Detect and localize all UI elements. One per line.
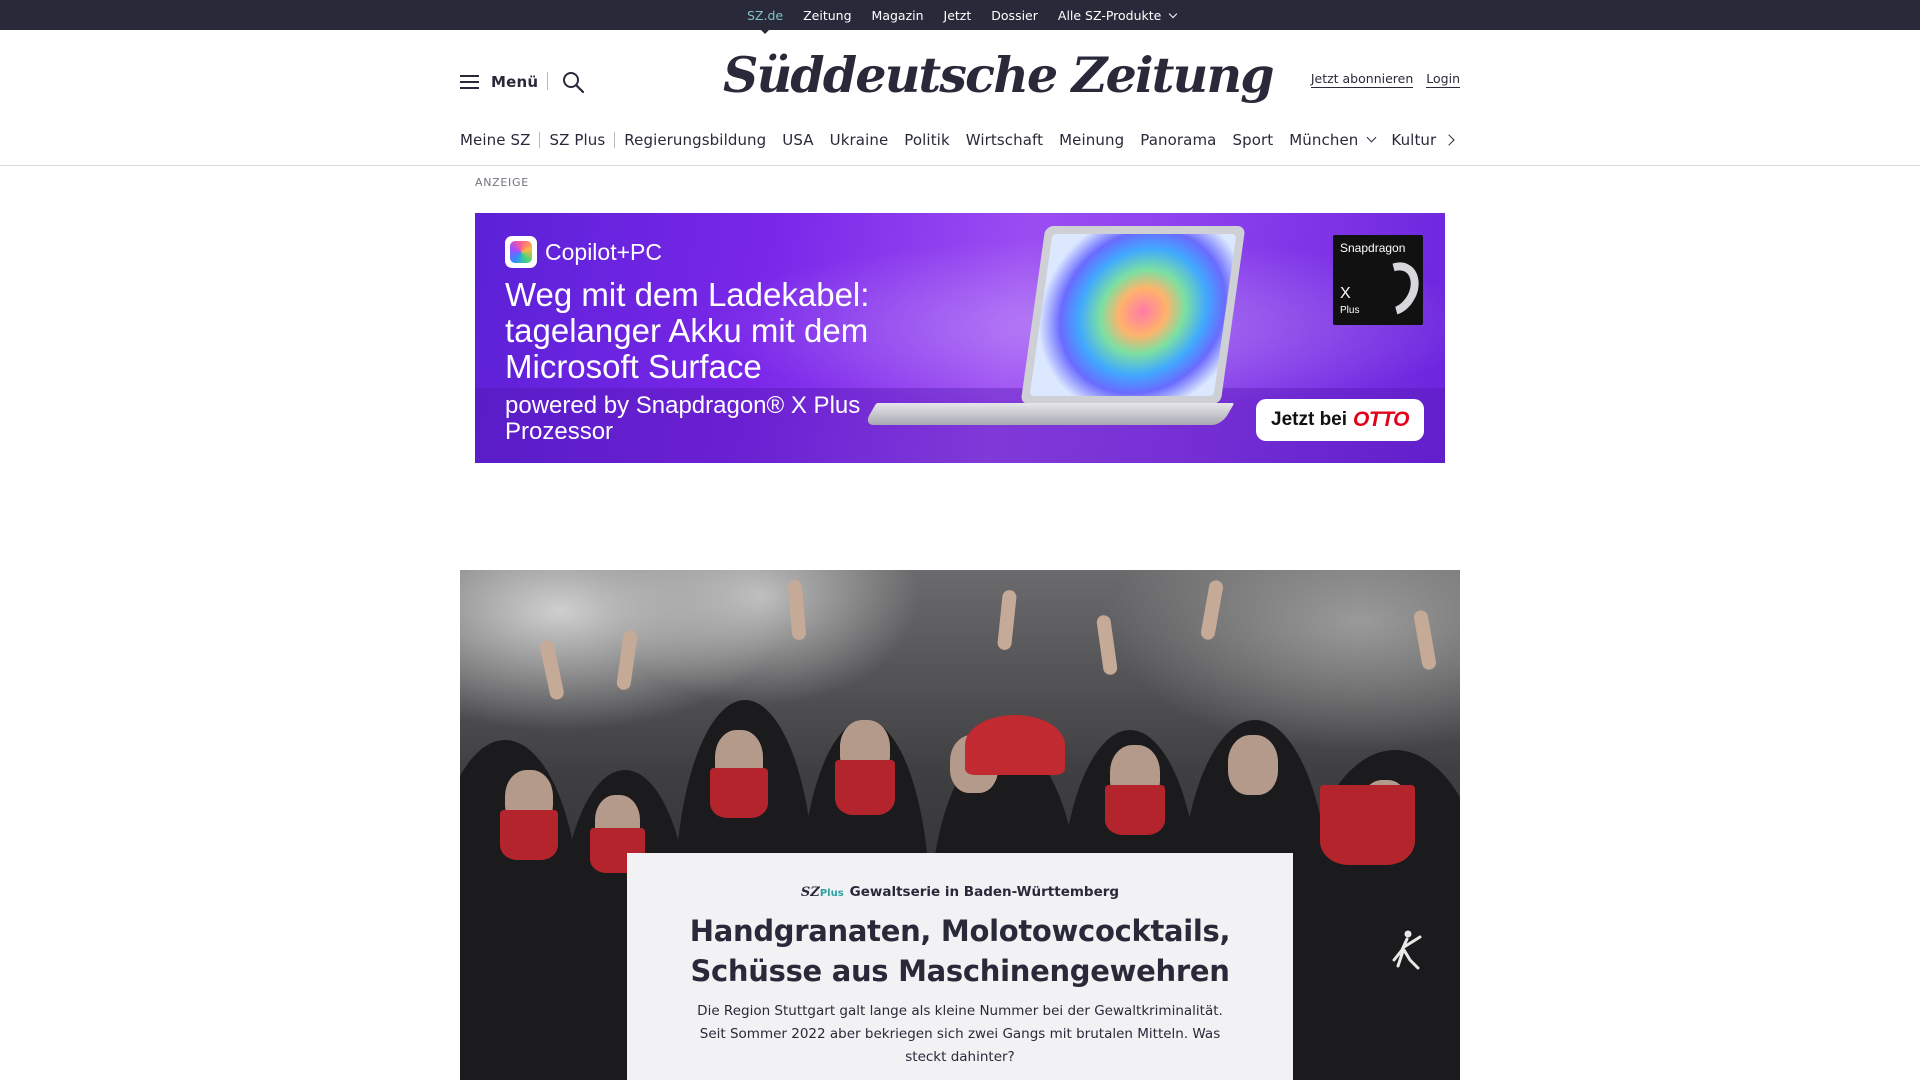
menu-button[interactable]: Menü [460,73,538,91]
nav-divider [539,132,541,148]
nav-item-muenchen-label: München [1289,131,1359,149]
hamburger-icon [460,75,479,89]
hero-image-bandana [500,810,558,860]
section-nav: Meine SZ SZ Plus Regierungsbildung USA U… [460,128,1460,152]
hero-image-hand [1199,579,1225,641]
nav-divider-line [0,165,1920,166]
nav-scroll-right-button[interactable] [1443,134,1457,146]
hero-teaser[interactable]: SZPlus Gewaltserie in Baden-Württemberg H… [460,570,1460,1080]
chevron-right-icon [1443,134,1455,146]
divider [547,72,548,90]
search-button[interactable] [561,70,585,94]
nav-item-politik[interactable]: Politik [904,131,949,149]
topbar-item-zeitung[interactable]: Zeitung [803,8,851,23]
hero-image-bandana [835,760,895,815]
nav-item-regierungsbildung[interactable]: Regierungsbildung [624,131,766,149]
topbar-item-magazin[interactable]: Magazin [872,8,924,23]
account-links: Jetzt abonnieren Login [1298,71,1460,88]
sz-plus-badge: SZPlus [801,885,844,900]
sz-plus-badge-sz: SZ [800,885,820,900]
otto-cta-button[interactable]: Jetzt bei OTTO [1256,399,1424,441]
nav-item-meinung[interactable]: Meinung [1059,131,1124,149]
nav-item-panorama[interactable]: Panorama [1140,131,1216,149]
sz-plus-badge-plus: Plus [819,888,844,899]
laptop-image [1020,226,1246,404]
jumpman-logo-icon [1392,930,1422,970]
top-utility-bar: SZ.de Zeitung Magazin Jetzt Dossier Alle… [0,0,1920,34]
teaser-headline[interactable]: Handgranaten, Molotowcocktails, Schüsse … [667,911,1253,991]
hero-image-hand [1412,609,1438,671]
chevron-down-icon [1366,132,1377,142]
hero-image-hand [1095,614,1119,676]
login-link[interactable]: Login [1426,71,1460,88]
hero-image-cap [965,715,1065,775]
snapdragon-badge-x: X [1340,285,1351,302]
subscribe-link[interactable]: Jetzt abonnieren [1310,71,1414,88]
ad-banner[interactable]: Copilot+PC Weg mit dem Ladekabel: tagela… [475,213,1445,463]
hero-image-hand [996,589,1018,651]
nav-item-usa[interactable]: USA [782,131,813,149]
masthead: Menü Süddeutsche Zeitung Jetzt abonniere… [460,30,1460,135]
hero-image-hand [538,639,566,701]
topbar-item-alle-produkte[interactable]: Alle SZ-Produkte [1057,7,1178,23]
snapdragon-badge-title: Snapdragon [1340,241,1406,255]
copilot-logo-icon [505,236,537,268]
nav-item-kultur[interactable]: Kultur [1391,131,1436,149]
topbar-item-dossier[interactable]: Dossier [991,8,1038,23]
nav-item-wirtschaft[interactable]: Wirtschaft [966,131,1043,149]
ad-headline: Weg mit dem Ladekabel: tagelanger Akku m… [505,276,870,385]
nav-item-ukraine[interactable]: Ukraine [830,131,889,149]
ad-brand: Copilot+PC [545,239,662,265]
teaser-text: Die Region Stuttgart galt lange als klei… [697,1003,1223,1065]
sz-logo[interactable]: Süddeutsche Zeitung [723,40,1275,110]
menu-label: Menü [491,73,539,91]
ad-label: ANZEIGE [475,176,529,189]
hero-image-bandana [1320,785,1415,865]
search-icon [563,72,585,94]
snapdragon-logo-icon [1361,253,1429,325]
ad-subline: powered by Snapdragon® X Plus Prozessor [505,392,861,445]
teaser-kicker: SZPlus Gewaltserie in Baden-Württemberg [627,884,1293,900]
laptop-base-image [863,403,1235,425]
nav-item-sport[interactable]: Sport [1232,131,1273,149]
nav-item-muenchen[interactable]: München [1289,131,1377,149]
snapdragon-badge: Snapdragon X Plus [1333,235,1429,325]
otto-cta-prefix: Jetzt bei [1271,409,1348,430]
hero-image-bandana [1105,785,1165,835]
hero-image-bandana [710,768,768,818]
product-nav: SZ.de Zeitung Magazin Jetzt Dossier Alle… [747,0,1196,34]
topbar-item-jetzt[interactable]: Jetzt [944,8,972,23]
hero-image-hand [615,629,639,691]
topbar-item-sz-de[interactable]: SZ.de [747,8,783,34]
topbar-item-alle-produkte-label: Alle SZ-Produkte [1057,7,1162,23]
nav-divider [614,132,616,148]
hero-image-face [1228,735,1278,795]
teaser-card[interactable]: SZPlus Gewaltserie in Baden-Württemberg H… [627,853,1293,1080]
hero-image-hand [787,579,807,641]
otto-logo: OTTO [1353,408,1409,431]
snapdragon-badge-plus: Plus [1340,305,1360,316]
nav-item-meine-sz[interactable]: Meine SZ [460,131,530,149]
teaser-kicker-label: Gewaltserie in Baden-Württemberg [849,884,1120,900]
nav-item-sz-plus[interactable]: SZ Plus [549,131,605,149]
chevron-down-icon [1169,9,1178,18]
